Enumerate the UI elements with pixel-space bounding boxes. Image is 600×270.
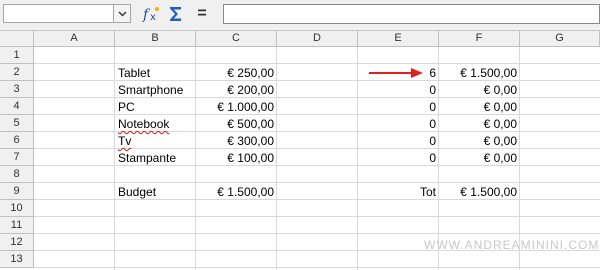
cell-e6[interactable]: 0 — [358, 133, 439, 149]
spellcheck-text: Tv — [118, 134, 132, 148]
column-header-c[interactable]: C — [196, 31, 277, 47]
cell-e5[interactable]: 0 — [358, 116, 439, 132]
name-box-dropdown-button[interactable] — [114, 4, 131, 23]
column-header-g[interactable]: G — [520, 31, 600, 47]
spellcheck-text: Notebook — [118, 117, 170, 131]
select-all-corner[interactable] — [0, 31, 34, 47]
watermark: WWW.ANDREAMININI.COM — [424, 238, 600, 252]
cell-b7[interactable]: Stampante — [115, 150, 196, 166]
row-header-12[interactable]: 12 — [0, 234, 34, 251]
cell-b4[interactable]: PC — [115, 99, 196, 115]
cell-c6[interactable]: € 300,00 — [196, 133, 277, 149]
row-header-4[interactable]: 4 — [0, 98, 34, 115]
row-header-11[interactable]: 11 — [0, 217, 34, 234]
row-header-7[interactable]: 7 — [0, 149, 34, 166]
cell-c4[interactable]: € 1.000,00 — [196, 99, 277, 115]
row-header-6[interactable]: 6 — [0, 132, 34, 149]
cell-b9[interactable]: Budget — [115, 184, 196, 200]
gridline — [34, 267, 600, 268]
gridline — [34, 63, 600, 64]
function-wizard-icon[interactable]: f x — [142, 5, 162, 23]
gridline — [34, 233, 600, 234]
column-header-d[interactable]: D — [277, 31, 358, 47]
cell-c9[interactable]: € 1.500,00 — [196, 184, 277, 200]
cell-b2[interactable]: Tablet — [115, 65, 196, 81]
cell-f9[interactable]: € 1.500,00 — [439, 184, 520, 200]
chevron-down-icon — [118, 11, 126, 16]
row-header-1[interactable]: 1 — [0, 47, 34, 64]
formula-bar: f x = — [0, 0, 600, 31]
cell-c3[interactable]: € 200,00 — [196, 82, 277, 98]
row-header-2[interactable]: 2 — [0, 64, 34, 81]
row-header-5[interactable]: 5 — [0, 115, 34, 132]
cell-f6[interactable]: € 0,00 — [439, 133, 520, 149]
cell-f5[interactable]: € 0,00 — [439, 116, 520, 132]
cell-b3[interactable]: Smartphone — [115, 82, 196, 98]
spreadsheet-grid: A B C D E F G 1 2 3 4 5 6 7 8 9 10 11 12… — [0, 31, 600, 270]
cell-f4[interactable]: € 0,00 — [439, 99, 520, 115]
cell-e3[interactable]: 0 — [358, 82, 439, 98]
annotation-arrow-icon — [369, 68, 423, 78]
row-header-9[interactable]: 9 — [0, 183, 34, 200]
column-header-a[interactable]: A — [34, 31, 115, 47]
cell-e4[interactable]: 0 — [358, 99, 439, 115]
column-header-f[interactable]: F — [439, 31, 520, 47]
gridline — [34, 182, 600, 183]
name-box[interactable] — [3, 4, 114, 23]
row-header-10[interactable]: 10 — [0, 200, 34, 217]
cell-c2[interactable]: € 250,00 — [196, 65, 277, 81]
cell-c5[interactable]: € 500,00 — [196, 116, 277, 132]
cell-b6[interactable]: Tv — [115, 133, 196, 149]
cell-f7[interactable]: € 0,00 — [439, 150, 520, 166]
cell-f2[interactable]: € 1.500,00 — [439, 65, 520, 81]
row-header-13[interactable]: 13 — [0, 251, 34, 268]
gridline — [34, 216, 600, 217]
cell-e9[interactable]: Tot — [358, 184, 439, 200]
cell-f3[interactable]: € 0,00 — [439, 82, 520, 98]
row-header-8[interactable]: 8 — [0, 166, 34, 183]
cell-c7[interactable]: € 100,00 — [196, 150, 277, 166]
sum-icon[interactable] — [168, 5, 184, 23]
formula-equals-button[interactable]: = — [195, 4, 209, 24]
column-header-b[interactable]: B — [115, 31, 196, 47]
row-header-3[interactable]: 3 — [0, 81, 34, 98]
column-header-e[interactable]: E — [358, 31, 439, 47]
formula-input[interactable] — [223, 4, 600, 24]
svg-text:x: x — [150, 12, 156, 23]
cell-b5[interactable]: Notebook — [115, 116, 196, 132]
cell-e7[interactable]: 0 — [358, 150, 439, 166]
